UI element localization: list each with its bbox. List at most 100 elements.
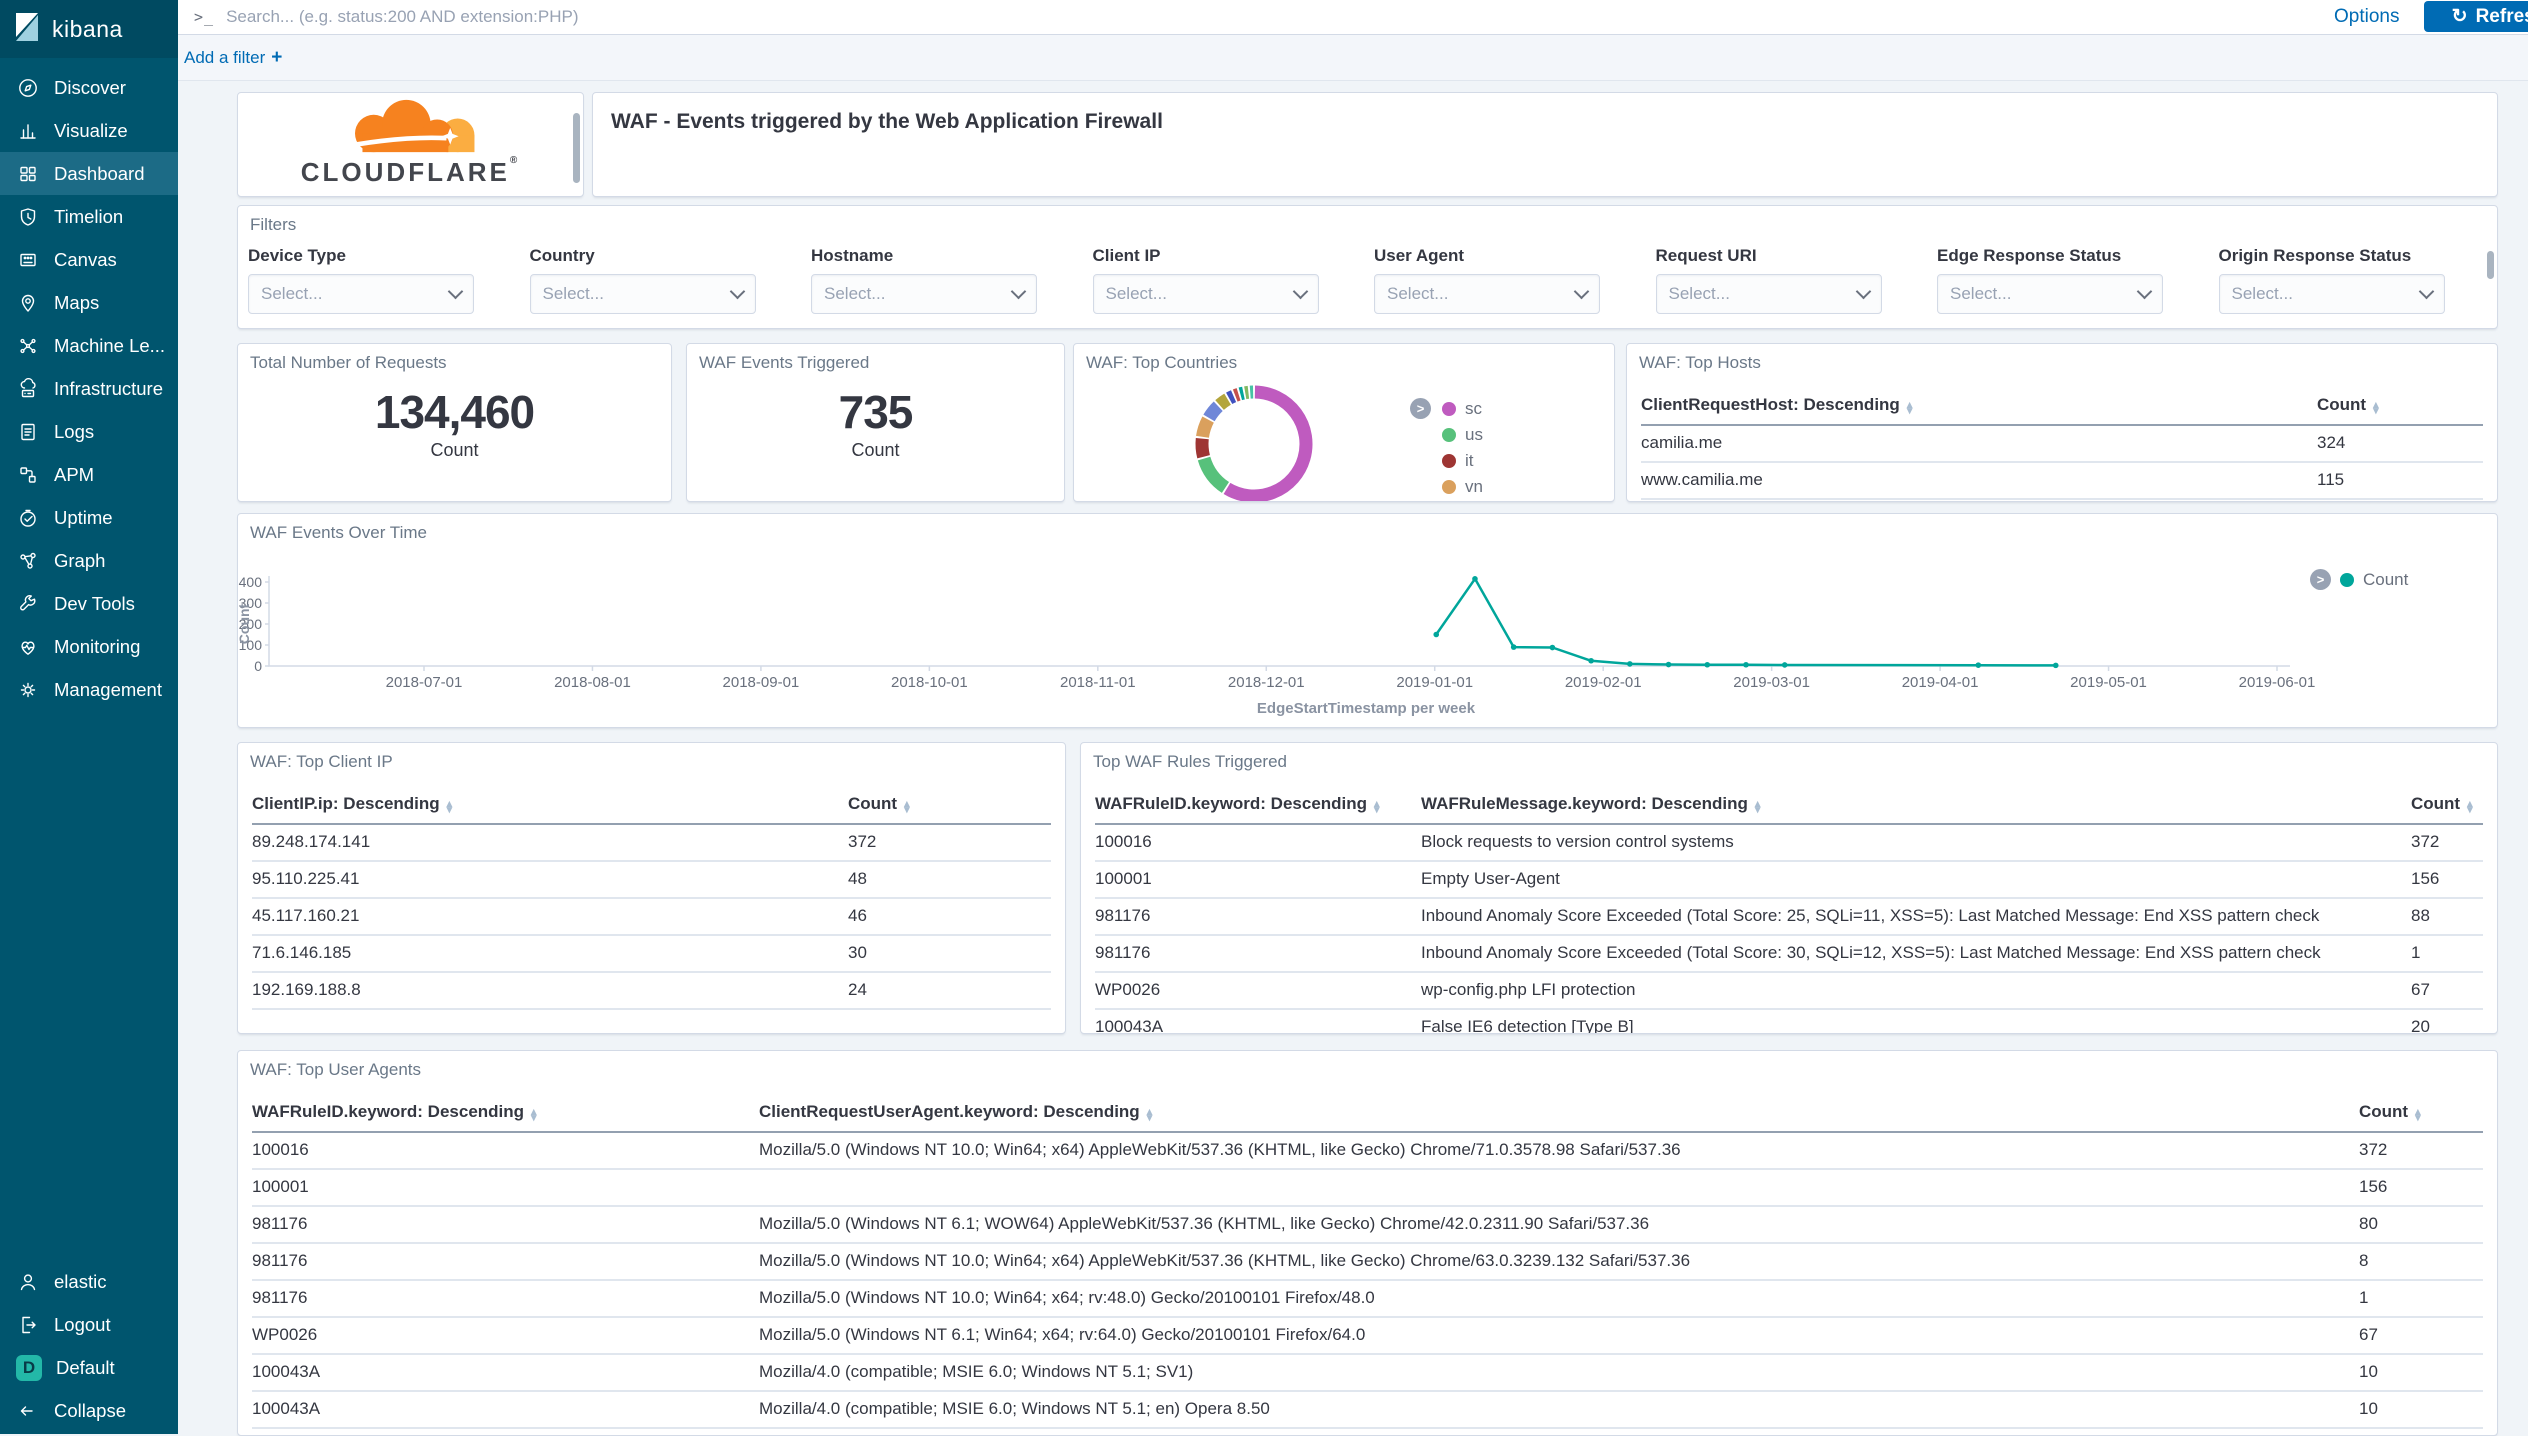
scrollbar-thumb[interactable]	[573, 113, 580, 183]
sort-icon: ▴▾	[2373, 402, 2379, 414]
sidebar-item-machine-le[interactable]: Machine Le...	[0, 324, 178, 367]
table-cell: 10	[2359, 1354, 2483, 1391]
machine-learning-icon	[16, 334, 40, 358]
sidebar-item-logout[interactable]: Logout	[0, 1303, 178, 1346]
legend-expand-icon[interactable]: >	[1410, 398, 1431, 419]
table-row: 192.169.188.824	[252, 972, 1051, 1009]
user-icon	[16, 1270, 40, 1294]
column-header-count[interactable]: Count▴▾	[2359, 1090, 2483, 1132]
uptime-icon	[16, 506, 40, 530]
filter-select-country[interactable]: Select...	[530, 274, 756, 314]
chevron-down-icon	[448, 284, 464, 300]
filter-label: Request URI	[1656, 246, 1882, 266]
svg-text:2018-10-01: 2018-10-01	[891, 674, 968, 691]
options-button[interactable]: Options	[2334, 0, 2399, 33]
data-point	[1666, 662, 1672, 668]
donut-slice-it[interactable]	[1202, 439, 1204, 457]
events-over-time-panel: WAF Events Over Time 0100200300400Count2…	[237, 513, 2498, 728]
column-header-wafruleid-keyword-descending[interactable]: WAFRuleID.keyword: Descending▴▾	[1095, 782, 1421, 824]
sidebar-item-collapse[interactable]: Collapse	[0, 1389, 178, 1432]
column-header-clientrequesthost-descending[interactable]: ClientRequestHost: Descending▴▾	[1641, 383, 2317, 425]
filter-group-device-type: Device TypeSelect...	[248, 246, 474, 314]
column-header-wafrulemessage-keyword-descending[interactable]: WAFRuleMessage.keyword: Descending▴▾	[1421, 782, 2411, 824]
sidebar-item-dashboard[interactable]: Dashboard	[0, 152, 178, 195]
filter-select-device-type[interactable]: Select...	[248, 274, 474, 314]
legend-item-us[interactable]: us	[1442, 422, 1483, 448]
table-cell: Mozilla/4.0 (compatible; MSIE 6.0; Windo…	[759, 1354, 2359, 1391]
donut-slice-sc[interactable]	[1227, 392, 1306, 496]
donut-slice[interactable]	[1220, 399, 1228, 405]
data-table: ClientIP.ip: Descending▴▾Count▴▾89.248.1…	[252, 782, 1051, 1010]
console-icon: >_	[194, 8, 214, 26]
column-header-count[interactable]: Count▴▾	[2317, 383, 2483, 425]
dev-tools-icon	[16, 592, 40, 616]
sidebar-item-visualize[interactable]: Visualize	[0, 109, 178, 152]
legend-item-sc[interactable]: sc	[1442, 396, 1483, 422]
donut-slice[interactable]	[1235, 394, 1238, 395]
sort-icon: ▴▾	[531, 1109, 537, 1121]
filter-select-client-ip[interactable]: Select...	[1093, 274, 1319, 314]
legend-item-vn[interactable]: vn	[1442, 474, 1483, 500]
table-row: WP0026wp-config.php LFI protection67	[1095, 972, 2483, 1009]
table-row: 95.110.225.4148	[252, 861, 1051, 898]
column-header-count[interactable]: Count▴▾	[848, 782, 1051, 824]
legend-label[interactable]: Count	[2363, 570, 2408, 590]
search-input[interactable]	[224, 6, 2528, 28]
sidebar-item-canvas[interactable]: Canvas	[0, 238, 178, 281]
data-point	[1588, 658, 1594, 664]
panel-title: Top WAF Rules Triggered	[1081, 743, 2497, 772]
legend-expand-icon[interactable]: >	[2310, 569, 2331, 590]
data-point	[1433, 632, 1439, 638]
sidebar-item-graph[interactable]: Graph	[0, 539, 178, 582]
top-user-agents-table-wrap: WAFRuleID.keyword: Descending▴▾ClientReq…	[238, 1090, 2497, 1429]
donut-slice[interactable]	[1240, 393, 1243, 394]
sidebar-item-elastic[interactable]: elastic	[0, 1260, 178, 1303]
column-header-clientrequestuseragent-keyword-descending[interactable]: ClientRequestUserAgent.keyword: Descendi…	[759, 1090, 2359, 1132]
filter-select-origin-response-status[interactable]: Select...	[2219, 274, 2445, 314]
sidebar-item-logs[interactable]: Logs	[0, 410, 178, 453]
svg-text:2018-08-01: 2018-08-01	[554, 674, 631, 691]
column-header-count[interactable]: Count▴▾	[2411, 782, 2483, 824]
filter-select-edge-response-status[interactable]: Select...	[1937, 274, 2163, 314]
refresh-button[interactable]: ↻ Refresh	[2424, 1, 2528, 32]
table-row: 100043AMozilla/4.0 (compatible; MSIE 6.0…	[252, 1354, 2483, 1391]
donut-slice[interactable]	[1229, 396, 1233, 398]
kibana-logo[interactable]: kibana	[0, 0, 178, 58]
svg-text:2018-11-01: 2018-11-01	[1060, 674, 1136, 691]
sidebar-item-default[interactable]: DDefault	[0, 1346, 178, 1389]
sidebar-item-uptime[interactable]: Uptime	[0, 496, 178, 539]
table-cell: 324	[2317, 425, 2483, 462]
column-header-wafruleid-keyword-descending[interactable]: WAFRuleID.keyword: Descending▴▾	[252, 1090, 759, 1132]
sidebar-item-maps[interactable]: Maps	[0, 281, 178, 324]
table-cell: Mozilla/5.0 (Windows NT 10.0; Win64; x64…	[759, 1132, 2359, 1169]
add-filter-link[interactable]: Add a filter +	[184, 47, 282, 69]
svg-text:2018-09-01: 2018-09-01	[723, 674, 800, 691]
table-cell: 100016	[1095, 824, 1421, 861]
scrollbar-thumb[interactable]	[2487, 251, 2494, 279]
sidebar-item-infrastructure[interactable]: Infrastructure	[0, 367, 178, 410]
column-header-clientip-ip-descending[interactable]: ClientIP.ip: Descending▴▾	[252, 782, 848, 824]
legend-item-it[interactable]: it	[1442, 448, 1483, 474]
filter-label: Client IP	[1093, 246, 1319, 266]
top-hosts-panel: WAF: Top Hosts ClientRequestHost: Descen…	[1626, 343, 2498, 502]
table-row: 981176Inbound Anomaly Score Exceeded (To…	[1095, 898, 2483, 935]
sidebar-item-management[interactable]: Management	[0, 668, 178, 711]
donut-slice-vn[interactable]	[1202, 420, 1208, 437]
table-cell: 156	[2411, 861, 2483, 898]
sidebar-item-apm[interactable]: APM	[0, 453, 178, 496]
table-cell: 981176	[1095, 898, 1421, 935]
table-cell: 67	[2359, 1317, 2483, 1354]
svg-text:Count: Count	[238, 603, 252, 644]
filter-select-user-agent[interactable]: Select...	[1374, 274, 1600, 314]
filter-select-request-uri[interactable]: Select...	[1656, 274, 1882, 314]
table-cell: 10	[2359, 1391, 2483, 1428]
sidebar-item-dev-tools[interactable]: Dev Tools	[0, 582, 178, 625]
donut-slice-us[interactable]	[1204, 459, 1225, 488]
sidebar-item-timelion[interactable]: Timelion	[0, 195, 178, 238]
donut-slice[interactable]	[1209, 406, 1218, 418]
filter-select-hostname[interactable]: Select...	[811, 274, 1037, 314]
sidebar-item-monitoring[interactable]: Monitoring	[0, 625, 178, 668]
svg-text:2019-06-01: 2019-06-01	[2239, 674, 2316, 691]
table-cell: Mozilla/5.0 (Windows NT 10.0; Win64; x64…	[759, 1243, 2359, 1280]
sidebar-item-discover[interactable]: Discover	[0, 66, 178, 109]
